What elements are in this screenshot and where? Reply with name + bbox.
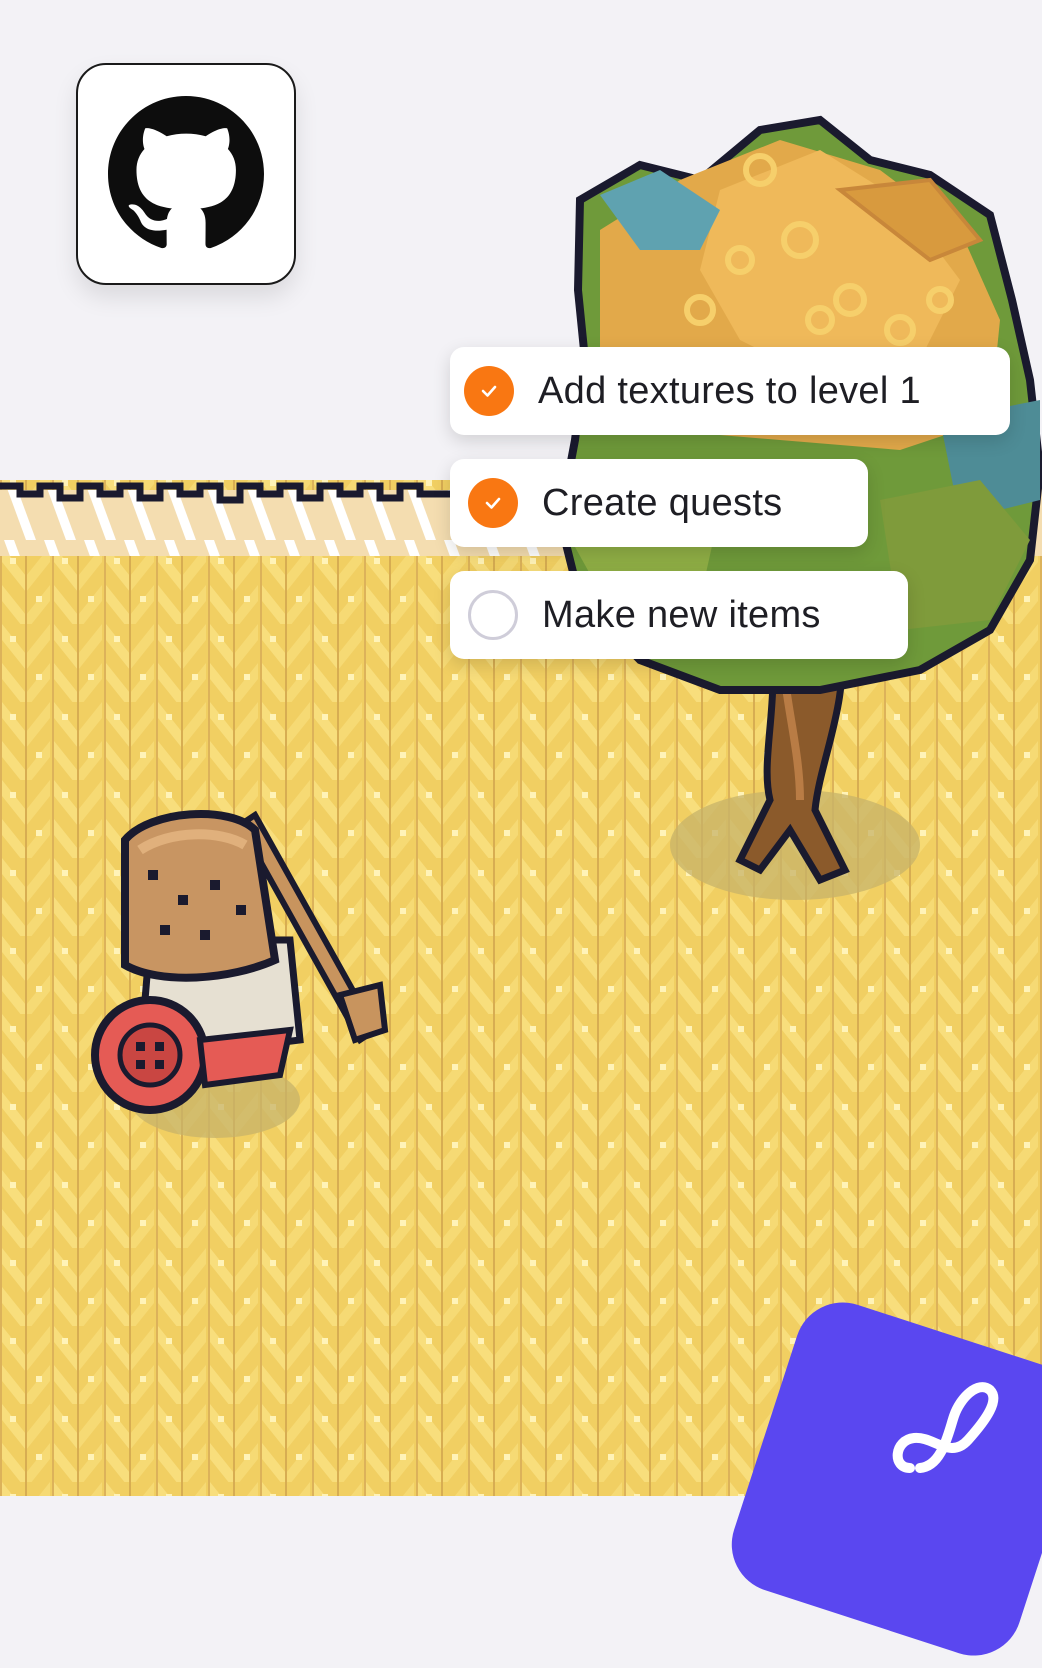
infinity-icon: [892, 1382, 999, 1473]
github-icon: [108, 96, 264, 249]
task-item-make-new-items[interactable]: Make new items: [450, 571, 908, 659]
task-item-add-textures[interactable]: Add textures to level 1: [450, 347, 1010, 435]
task-checkbox-checked[interactable]: [468, 478, 518, 528]
task-label: Add textures to level 1: [538, 369, 921, 412]
check-icon: [485, 497, 501, 509]
task-label: Make new items: [542, 593, 821, 636]
check-icon: [481, 385, 497, 397]
task-checkbox-checked[interactable]: [464, 366, 514, 416]
task-checkbox-unchecked[interactable]: [468, 590, 518, 640]
task-label: Create quests: [542, 481, 783, 524]
task-item-create-quests[interactable]: Create quests: [450, 459, 868, 547]
github-app-tile[interactable]: [76, 63, 296, 285]
